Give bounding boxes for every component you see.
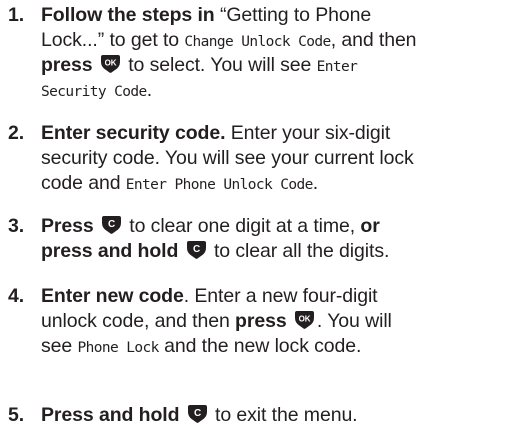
step-lead-in: Follow the steps in — [41, 4, 215, 26]
step-text-run: to clear one digit at a time, — [123, 215, 361, 237]
step-action: Press and hold — [41, 404, 180, 426]
step-text-run: Lock...” to get to — [41, 29, 185, 51]
step-number: 2. — [8, 122, 25, 144]
step-text-run: to exit the menu. — [209, 404, 358, 426]
step-action: Press — [41, 215, 94, 237]
step-text-run: see — [41, 335, 78, 357]
step-text-run: code and — [41, 172, 126, 194]
step-text-run: to clear all the digits. — [208, 240, 390, 262]
ok-key-icon: OK — [293, 310, 316, 330]
display-text: Change Unlock Code — [184, 34, 331, 50]
step-text: Press C to clear one digit at a time, or… — [41, 214, 521, 264]
step-text-run: “Getting to Phone — [214, 4, 372, 26]
step-number: 4. — [8, 285, 25, 307]
step-text-run: Enter your six-digit — [225, 122, 391, 144]
step-text-run: . — [312, 172, 319, 194]
step-text-run: unlock code, and then — [41, 310, 236, 332]
step-text: Follow the steps in “Getting to Phone Lo… — [41, 3, 521, 103]
display-text: Security Code — [41, 84, 147, 100]
clear-key-icon: C — [185, 240, 208, 260]
step-number: 5. — [8, 404, 25, 426]
step-text: Press and hold C to exit the menu. — [41, 403, 521, 428]
ok-key-label: OK — [299, 315, 311, 324]
display-text: Phone Lock — [77, 340, 159, 356]
step-text-run: to select. You will see — [122, 54, 317, 76]
step-emphasis: or — [360, 215, 380, 237]
ok-key-label: OK — [104, 59, 116, 68]
step-text-run: , and then — [330, 29, 417, 51]
step-text: Enter security code. Enter your six-digi… — [41, 121, 521, 196]
clear-key-label: C — [193, 244, 200, 255]
step-action: press and hold — [41, 240, 179, 262]
clear-key-label: C — [194, 408, 201, 419]
step-action: press — [235, 310, 287, 332]
clear-key-icon: C — [100, 215, 123, 235]
ok-key-icon: OK — [99, 54, 122, 74]
display-text: Enter Phone Unlock Code — [125, 177, 314, 193]
step-text-run: . — [146, 79, 153, 101]
step-lead-in: Enter new code — [41, 285, 184, 307]
step-text-run: . Enter a new four-digit — [183, 285, 378, 307]
step-action: press — [41, 54, 93, 76]
step-lead-in: Enter security code. — [41, 122, 226, 144]
step-number: 1. — [8, 4, 25, 26]
step-text-run: security code. You will see your current… — [41, 147, 414, 169]
step-text: Enter new code. Enter a new four-digit u… — [41, 284, 521, 359]
display-text: Enter — [316, 59, 358, 75]
step-text-run: and the new lock code. — [158, 335, 362, 357]
step-number: 3. — [8, 215, 25, 237]
step-text-run: . You will — [316, 310, 392, 332]
clear-key-label: C — [108, 219, 115, 230]
clear-key-icon: C — [186, 404, 209, 424]
